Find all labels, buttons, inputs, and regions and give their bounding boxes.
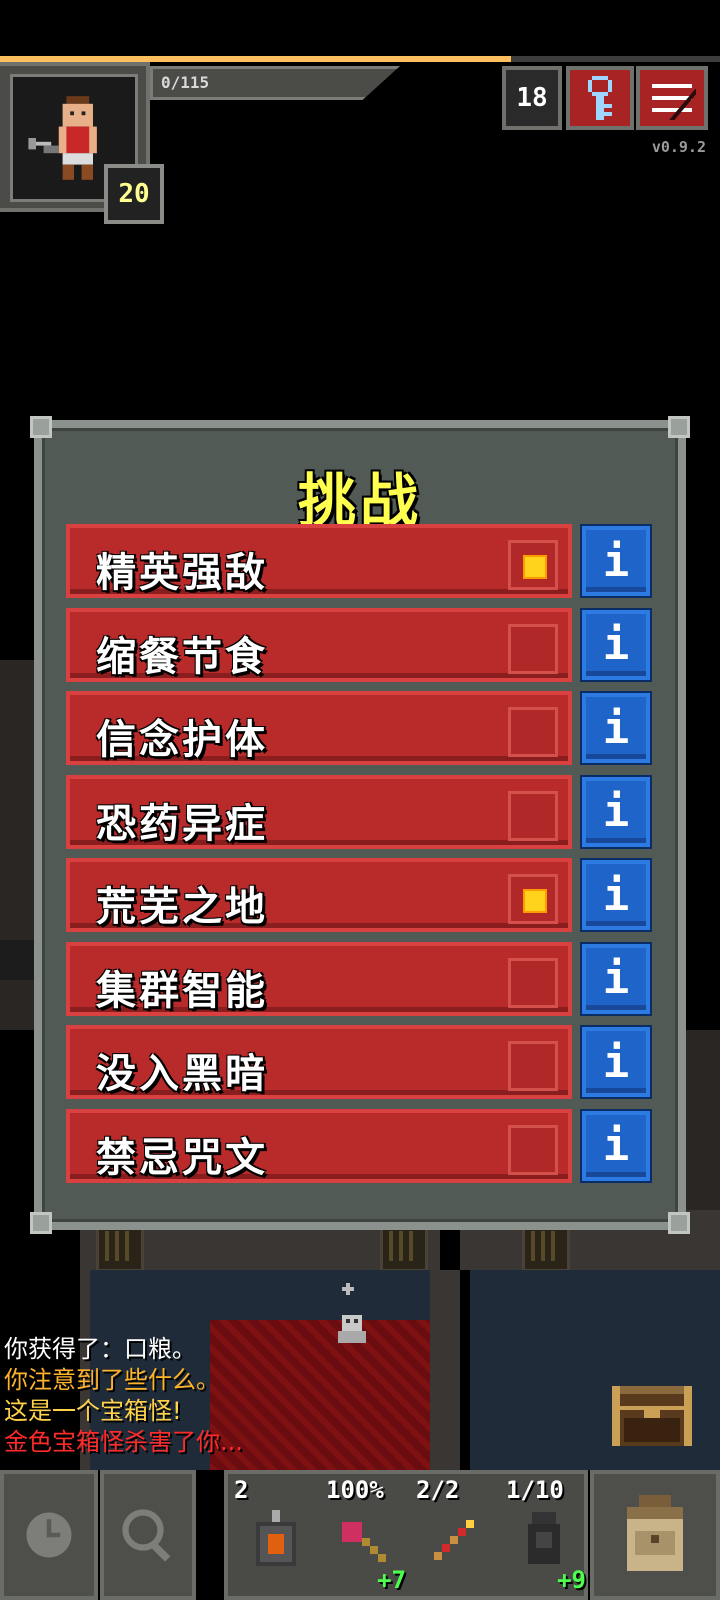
challenge-row: 没入黑暗 i xyxy=(66,1025,650,1099)
info-icon: i xyxy=(602,869,630,921)
magnifier-icon xyxy=(122,1509,171,1562)
challenge-checkbox[interactable] xyxy=(508,707,558,757)
challenge-label: 没入黑暗 xyxy=(96,1051,268,1097)
quickslot-3[interactable]: 2/2 xyxy=(410,1474,498,1596)
info-icon: i xyxy=(602,1036,630,1088)
quickslot-charge: 1/10 xyxy=(506,1476,564,1504)
log-line: 你获得了：口粮。 xyxy=(4,1335,196,1363)
depth-indicator[interactable]: 18 xyxy=(502,66,562,130)
info-icon: i xyxy=(602,1120,630,1171)
message-log: 你获得了：口粮。 你注意到了些什么。 这是一个宝箱怪! 金色宝箱怪杀害了你... xyxy=(4,1334,243,1458)
challenge-label: 集群智能 xyxy=(96,967,268,1014)
challenge-info-button[interactable]: i xyxy=(582,693,650,763)
challenge-row: 集群智能 i xyxy=(66,941,650,1016)
window-corner xyxy=(668,1212,690,1234)
backpack-icon xyxy=(627,1495,683,1571)
challenge-toggle-button[interactable]: 缩餐节食 xyxy=(66,607,572,682)
challenge-info-button[interactable]: i xyxy=(582,1110,650,1181)
log-line: 金色宝箱怪杀害了你... xyxy=(4,1428,243,1456)
challenge-row: 恐药异症 i xyxy=(66,774,650,849)
quickslot-4[interactable]: 1/10 +9 xyxy=(500,1474,588,1596)
challenge-label: 精英强敌 xyxy=(96,550,268,596)
golden-mimic-chest[interactable] xyxy=(612,1378,692,1446)
challenge-info-button[interactable]: i xyxy=(582,860,650,930)
wall-segment xyxy=(430,1270,460,1470)
challenge-checkbox[interactable] xyxy=(508,1041,558,1091)
log-line: 你注意到了些什么。 xyxy=(4,1366,220,1394)
challenge-info-button[interactable]: i xyxy=(582,526,650,596)
challenge-info-button[interactable]: i xyxy=(582,943,650,1014)
info-icon: i xyxy=(602,702,630,754)
challenge-label: 缩餐节食 xyxy=(96,633,268,680)
staff-icon xyxy=(434,1520,474,1560)
challenge-info-button[interactable]: i xyxy=(582,609,650,680)
depth-text: 18 xyxy=(516,83,548,113)
challenge-toggle-button[interactable]: 没入黑暗 xyxy=(66,1025,572,1099)
clock-icon xyxy=(26,1512,72,1558)
carpet xyxy=(210,1320,430,1470)
backpack-button[interactable] xyxy=(590,1470,720,1600)
wand-icon xyxy=(342,1522,386,1562)
health-bar: 0/115 xyxy=(150,66,400,100)
challenge-label: 禁忌咒文 xyxy=(96,1134,268,1181)
quickslot-charge: 2/2 xyxy=(416,1476,460,1504)
quickslot-upgrade: +7 xyxy=(377,1566,406,1594)
challenge-label: 恐药异症 xyxy=(96,800,268,847)
challenge-toggle-button[interactable]: 集群智能 xyxy=(66,941,572,1016)
challenge-row: 信念护体 i xyxy=(66,691,650,765)
hero-level-badge: 20 xyxy=(104,164,164,224)
quickslot-2[interactable]: 100% +7 xyxy=(320,1474,408,1596)
menu-icon xyxy=(652,84,696,120)
info-icon: i xyxy=(602,786,630,837)
challenge-row: 荒芜之地 i xyxy=(66,858,650,932)
challenge-info-button[interactable]: i xyxy=(582,776,650,847)
quickslot-1[interactable]: 2 xyxy=(228,1474,316,1596)
challenge-toggle-button[interactable]: 荒芜之地 xyxy=(66,858,572,932)
info-icon: i xyxy=(602,535,630,587)
challenge-checkbox[interactable] xyxy=(508,540,558,590)
challenge-toggle-button[interactable]: 禁忌咒文 xyxy=(66,1108,572,1183)
challenge-checkbox[interactable] xyxy=(508,623,558,674)
quickslot-upgrade: +9 xyxy=(557,1566,586,1594)
wall-segment xyxy=(0,940,36,980)
bomb-icon xyxy=(256,1510,296,1566)
challenge-row: 禁忌咒文 i xyxy=(66,1108,650,1183)
quickslot-count: 2 xyxy=(234,1476,249,1504)
artifact-icon xyxy=(528,1512,560,1564)
challenge-row: 精英强敌 i xyxy=(66,524,650,598)
ghost-sprite[interactable] xyxy=(330,1282,374,1352)
challenge-checkbox[interactable] xyxy=(508,874,558,924)
top-hud: 0/115 20 18 v0.9.2 xyxy=(0,0,720,230)
challenge-toggle-button[interactable]: 恐药异症 xyxy=(66,774,572,849)
window-corner xyxy=(30,416,52,438)
health-text: 0/115 xyxy=(161,73,210,92)
window-corner xyxy=(30,1212,52,1234)
log-line: 这是一个宝箱怪! xyxy=(4,1397,182,1425)
challenge-toggle-button[interactable]: 精英强敌 xyxy=(66,524,572,598)
info-icon: i xyxy=(602,953,630,1004)
challenge-checkbox[interactable] xyxy=(508,957,558,1008)
window-corner xyxy=(668,416,690,438)
quickslot-charge: 100% xyxy=(326,1476,384,1504)
challenge-info-button[interactable]: i xyxy=(582,1027,650,1097)
info-icon: i xyxy=(602,619,630,670)
challenge-label: 荒芜之地 xyxy=(96,884,268,930)
challenge-row: 缩餐节食 i xyxy=(66,607,650,682)
key-icon xyxy=(588,76,612,120)
challenges-window: 挑战 精英强敌 i 缩餐节食 i 信念护体 i 恐药异症 i 荒芜之地 i 集群智能 i 没入黑暗 i 禁忌… xyxy=(30,416,690,1234)
challenge-label: 信念护体 xyxy=(96,717,268,763)
version-label: v0.9.2 xyxy=(651,138,706,156)
challenge-checkbox[interactable] xyxy=(508,790,558,841)
challenge-toggle-button[interactable]: 信念护体 xyxy=(66,691,572,765)
challenge-checkbox[interactable] xyxy=(508,1124,558,1175)
quickslot-bar: 2 100% +7 2/2 1/10 +9 xyxy=(224,1470,588,1600)
game-menu-button[interactable] xyxy=(636,66,708,130)
wait-button[interactable] xyxy=(0,1470,98,1600)
journal-button[interactable] xyxy=(566,66,634,130)
search-button[interactable] xyxy=(100,1470,196,1600)
